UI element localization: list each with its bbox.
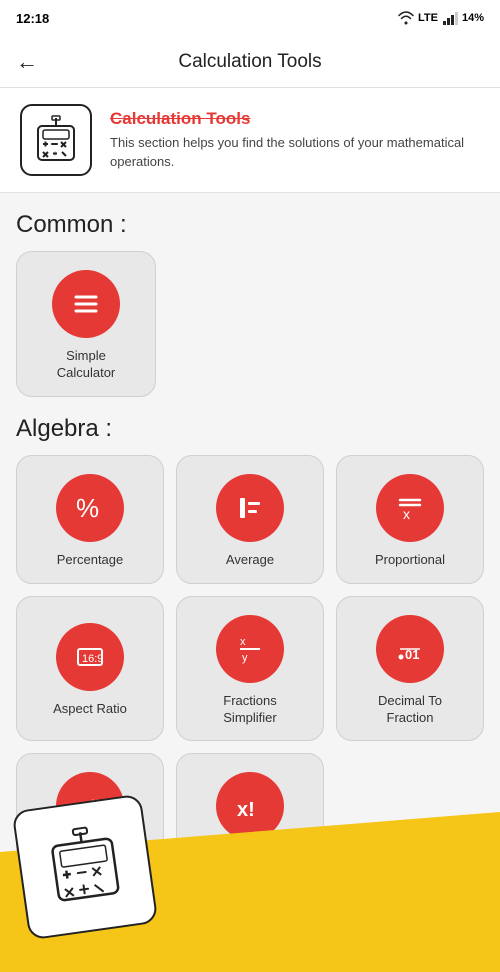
average-icon [232, 490, 268, 526]
tool-decimal-to-fraction[interactable]: 01 Decimal ToFraction [336, 596, 484, 742]
banner-text: Calculation Tools This section helps you… [110, 109, 480, 172]
floating-calc-svg [34, 816, 136, 918]
menu-icon [68, 286, 104, 322]
simple-calculator-label: SimpleCalculator [57, 348, 116, 382]
calc-banner-icon [30, 114, 82, 166]
proportional-icon-circle: x [376, 474, 444, 542]
percentage-label: Percentage [57, 552, 124, 569]
decimal-to-fraction-label: Decimal ToFraction [378, 693, 442, 727]
svg-text:x: x [240, 636, 246, 648]
fractions-simplifier-label: FractionsSimplifier [223, 693, 276, 727]
tool-simple-calculator[interactable]: SimpleCalculator [16, 251, 156, 397]
banner-heading: Calculation Tools [110, 109, 480, 129]
factorial-icon: x! [232, 788, 268, 824]
status-time: 12:18 [16, 11, 49, 26]
tool-fractions-simplifier[interactable]: x y FractionsSimplifier [176, 596, 324, 742]
header-banner: Calculation Tools This section helps you… [0, 88, 500, 193]
common-grid: SimpleCalculator [16, 251, 484, 397]
fractions-simplifier-icon-circle: x y [216, 615, 284, 683]
svg-text:y: y [242, 652, 248, 664]
signal-icon [442, 11, 458, 25]
battery-label: 14% [462, 12, 484, 24]
decimal-icon: 01 [392, 631, 428, 667]
average-icon-circle [216, 474, 284, 542]
tool-aspect-ratio[interactable]: 16:9 Aspect Ratio [16, 596, 164, 742]
banner-icon [20, 104, 92, 176]
tool-proportional[interactable]: x Proportional [336, 455, 484, 584]
simple-calculator-icon [52, 270, 120, 338]
percentage-icon-circle: % [56, 474, 124, 542]
aspect-ratio-icon: 16:9 [72, 639, 108, 675]
status-bar: 12:18 LTE 14% [0, 0, 500, 36]
network-label: LTE [418, 12, 438, 24]
tool-percentage[interactable]: % Percentage [16, 455, 164, 584]
percent-icon: % [72, 490, 108, 526]
average-label: Average [226, 552, 274, 569]
nav-bar: ← Calculation Tools [0, 36, 500, 88]
svg-text:%: % [76, 493, 99, 523]
nav-title: Calculation Tools [54, 51, 446, 73]
svg-text:x!: x! [237, 799, 255, 821]
status-icons: LTE 14% [398, 11, 484, 25]
aspect-ratio-icon-circle: 16:9 [56, 623, 124, 691]
back-button[interactable]: ← [16, 49, 38, 75]
tool-average[interactable]: Average [176, 455, 324, 584]
section-title-common: Common : [16, 211, 484, 239]
floating-calc-icon [12, 794, 159, 941]
svg-text:x: x [403, 506, 410, 522]
proportional-label: Proportional [375, 552, 445, 569]
aspect-ratio-label: Aspect Ratio [53, 701, 127, 718]
decimal-to-fraction-icon-circle: 01 [376, 615, 444, 683]
fraction-icon: x y [232, 631, 268, 667]
section-title-algebra: Algebra : [16, 415, 484, 443]
svg-text:16:9: 16:9 [82, 653, 103, 665]
wifi-icon [398, 11, 414, 25]
banner-description: This section helps you find the solution… [110, 133, 480, 172]
proportional-icon: x [392, 490, 428, 526]
